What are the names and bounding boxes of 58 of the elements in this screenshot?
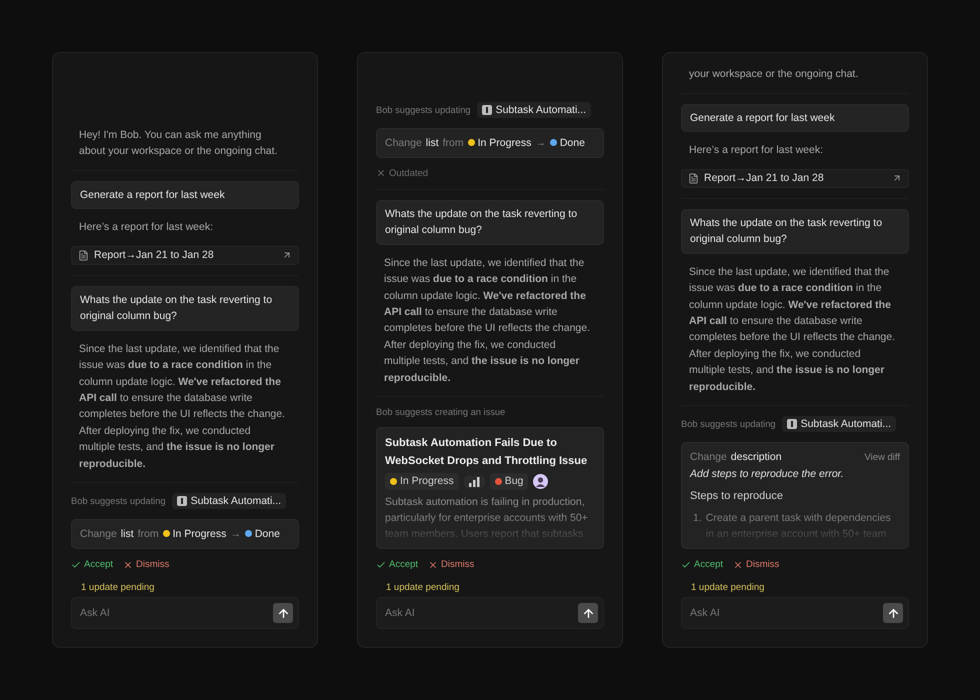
task-chip[interactable]: Subtask Automati... <box>782 416 896 432</box>
user-message: Generate a report for last week <box>681 104 909 132</box>
pending-status: 1 update pending <box>690 582 766 593</box>
close-icon <box>733 560 744 570</box>
change-card: Change list from In Progress → Done <box>376 128 604 158</box>
bot-message: Since the last update, we identified that the issue was due to a race condition in the column update logic. We've refactored the API call to ensure the database write completes before the UI reflects the change. After deploying the fix, we conducted multiple tests, and the issue is no longer reproducible. <box>78 342 286 472</box>
bot-message: Here’s a report for last week: <box>688 143 824 158</box>
bot-message: Since the last update, we identified that the issue was due to a race condition in the column update logic. We've refactored the API call to ensure the database write completes before the UI reflects the change. After deploying the fix, we conducted multiple tests, and the issue is no longer reproducible. <box>383 256 592 386</box>
check-icon <box>71 560 81 570</box>
user-message: Generate a report for last week <box>71 180 299 210</box>
accept-button[interactable]: Accept <box>376 559 418 570</box>
send-button[interactable] <box>273 603 293 623</box>
accept-button[interactable]: Accept <box>71 559 114 570</box>
dismiss-button[interactable]: Dismiss <box>733 559 780 570</box>
bot-message: your workspace or the ongoing chat. <box>688 67 860 82</box>
accept-button[interactable]: Accept <box>681 559 724 570</box>
bot-message: Hey! I'm Bob. You can ask me anything about your workspace or the ongoing chat. <box>78 128 278 160</box>
close-icon <box>376 168 386 178</box>
tag[interactable]: Bug <box>490 473 528 490</box>
ask-ai-field[interactable]: Ask AI <box>71 597 299 629</box>
user-message: Whats the update on the task reverting to original column bug? <box>71 286 299 331</box>
priority-icon[interactable] <box>464 476 485 488</box>
suggestion-intro: Bob suggests updating <box>376 104 471 115</box>
suggestion-intro: Bob suggests updating <box>71 496 166 506</box>
external-link-icon <box>892 173 902 184</box>
task-chip[interactable]: Subtask Automati... <box>172 493 286 509</box>
check-icon <box>376 560 386 570</box>
outdated-status: Outdated <box>376 168 428 179</box>
close-icon <box>428 560 438 570</box>
document-icon <box>688 172 699 184</box>
send-button[interactable] <box>883 603 903 623</box>
bot-message: Since the last update, we identified that the issue was due to a race condition in the column update logic. We've refactored the API call to ensure the database write completes before the UI reflects the change. After deploying the fix, we conducted multiple tests, and the issue is no longer reproducible. <box>688 264 896 395</box>
change-card: Change list from In Progress → Done <box>71 519 299 549</box>
pending-status: 1 update pending <box>385 582 460 593</box>
dismiss-button[interactable]: Dismiss <box>428 559 474 570</box>
bot-message: Here’s a report for last week: <box>78 220 214 236</box>
suggestion-intro: Bob suggests creating an issue <box>376 407 506 417</box>
avatar-icon[interactable] <box>533 474 548 489</box>
view-diff-link[interactable]: View diff <box>864 450 900 466</box>
ask-ai-field[interactable]: Ask AI <box>681 597 909 629</box>
report-link[interactable]: Report→Jan 21 to Jan 28 <box>71 246 299 265</box>
tag[interactable]: In Progress <box>385 473 459 490</box>
task-chip[interactable]: Subtask Automati... <box>476 102 592 118</box>
check-icon <box>681 560 691 570</box>
send-button[interactable] <box>578 603 598 623</box>
dismiss-button[interactable]: Dismiss <box>123 559 170 570</box>
user-message: Whats the update on the task reverting to original column bug? <box>681 208 909 254</box>
arrow-up-icon <box>276 606 290 620</box>
pending-status: 1 update pending <box>80 582 156 593</box>
report-link[interactable]: Report→Jan 21 to Jan 28 <box>681 168 909 188</box>
suggestion-intro: Bob suggests updating <box>681 419 776 429</box>
user-message: Whats the update on the task reverting to original column bug? <box>376 200 604 245</box>
close-icon <box>123 560 134 570</box>
ask-ai-field[interactable]: Ask AI <box>376 597 604 629</box>
external-link-icon <box>282 250 292 260</box>
arrow-up-icon <box>582 606 594 620</box>
arrow-up-icon <box>886 606 900 620</box>
document-icon <box>78 250 89 261</box>
